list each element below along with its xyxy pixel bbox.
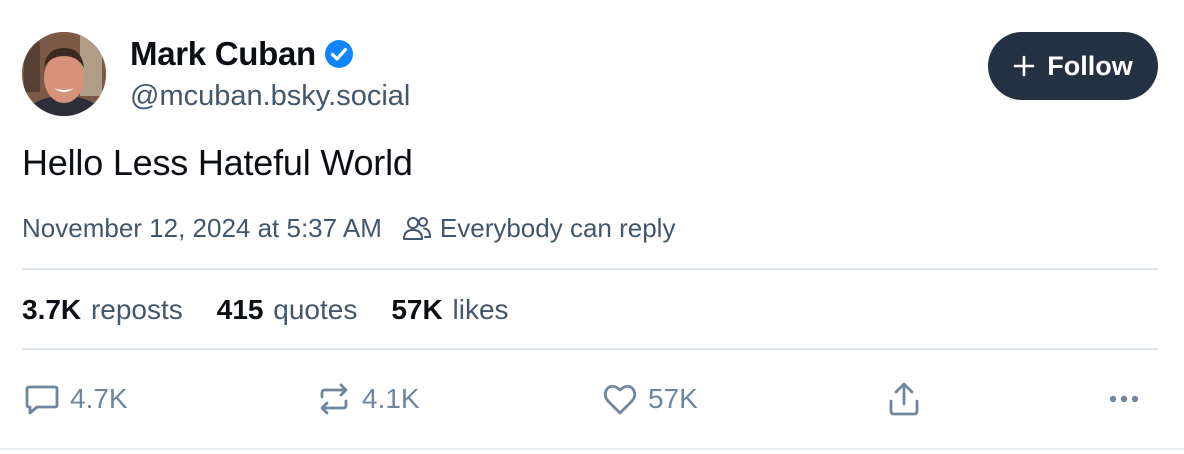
author-name-row: Mark Cuban — [130, 35, 354, 73]
share-button[interactable] — [884, 374, 932, 424]
comment-icon — [25, 385, 59, 415]
post-card: Mark Cuban @mcuban.bsky.social Follow He… — [0, 0, 1184, 454]
like-count: 57K — [648, 383, 698, 414]
likes-stat[interactable]: 57K likes — [391, 294, 508, 326]
quotes-count: 415 — [216, 294, 264, 325]
like-button[interactable]: 57K — [600, 374, 698, 424]
repost-button[interactable]: 4.1K — [314, 374, 420, 424]
likes-label: likes — [452, 294, 509, 325]
people-icon — [402, 217, 431, 240]
bottom-border — [0, 448, 1184, 450]
reposts-stat[interactable]: 3.7K reposts — [22, 294, 183, 326]
repost-icon — [320, 383, 348, 415]
reposts-label: reposts — [90, 294, 183, 325]
reposts-count: 3.7K — [22, 294, 82, 325]
post-text: Hello Less Hateful World — [22, 142, 413, 183]
divider — [22, 348, 1158, 350]
avatar[interactable] — [22, 32, 106, 116]
engagement-stats: 3.7K reposts 415 quotes 57K likes — [22, 288, 543, 332]
quotes-label: quotes — [273, 294, 358, 325]
likes-count: 57K — [391, 294, 443, 325]
plus-icon — [1013, 55, 1035, 77]
quotes-stat[interactable]: 415 quotes — [217, 294, 358, 326]
author-handle[interactable]: @mcuban.bsky.social — [130, 80, 410, 113]
divider — [22, 268, 1158, 270]
author-display-name[interactable]: Mark Cuban — [130, 35, 316, 73]
share-icon — [889, 382, 919, 416]
avatar-photo — [22, 32, 106, 116]
reply-count: 4.7K — [70, 383, 128, 414]
more-options-icon — [1109, 395, 1139, 403]
more-options-button[interactable] — [1104, 374, 1152, 424]
follow-button-label: Follow — [1047, 50, 1133, 81]
follow-button[interactable]: Follow — [988, 32, 1158, 100]
reply-button[interactable]: 4.7K — [22, 374, 128, 424]
verified-badge-icon[interactable] — [324, 39, 354, 69]
post-timestamp[interactable]: November 12, 2024 at 5:37 AM — [22, 213, 382, 244]
heart-icon — [603, 384, 637, 415]
repost-count: 4.1K — [362, 383, 420, 414]
post-actions: 4.7K 4.1K 57K — [0, 374, 1184, 424]
reply-setting-label[interactable]: Everybody can reply — [440, 213, 676, 244]
post-meta: November 12, 2024 at 5:37 AM Everybody c… — [22, 208, 675, 248]
